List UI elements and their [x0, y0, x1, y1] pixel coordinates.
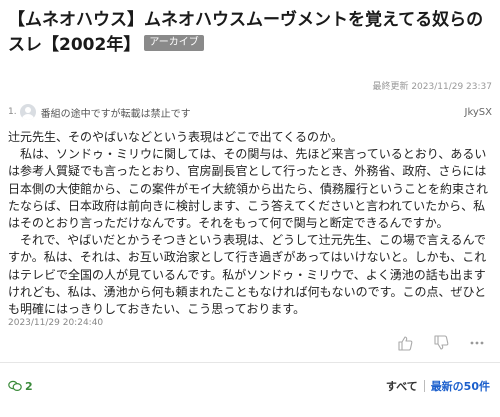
more-icon — [470, 341, 484, 345]
post-body: 辻元先生、そのやばいなどという表現はどこで出てくるのか。 私は、ソンドゥ・ミリウ… — [8, 129, 494, 318]
separator — [423, 380, 425, 392]
thread-footer: 2 すべて 最新の50件 — [8, 377, 490, 395]
thread-header: 【ムネオハウス】ムネオハウスムーヴメントを覚えてる奴らのスレ【2002年】 アーカ… — [8, 8, 494, 58]
poster-name: 番組の途中ですが転載は禁止です — [40, 108, 191, 120]
post-number: 1. — [8, 107, 17, 117]
divider — [0, 362, 500, 363]
avatar — [19, 104, 36, 120]
thread-title-text: 【ムネオハウス】ムネオハウスムーヴメントを覚えてる奴らのスレ【2002年】 — [8, 10, 484, 55]
reaction-bar — [394, 334, 488, 352]
post-date: 2023/11/29 20:24:40 — [8, 318, 104, 328]
latest-50-link[interactable]: 最新の50件 — [431, 378, 490, 394]
thumbs-down-icon — [434, 335, 449, 350]
more-button[interactable] — [466, 334, 488, 352]
dislike-button[interactable] — [430, 334, 452, 352]
last-updated: 最終更新 2023/11/29 23:37 — [372, 82, 492, 92]
poster-id: JkySX — [464, 106, 493, 118]
thumbs-up-icon — [398, 336, 413, 351]
like-button[interactable] — [394, 334, 416, 352]
thread-title: 【ムネオハウス】ムネオハウスムーヴメントを覚えてる奴らのスレ【2002年】 アーカ… — [8, 8, 494, 58]
post-paragraph: それで、やばいだとかうそつきという表現は、どうして辻元先生、この場で言えるんです… — [8, 233, 487, 317]
post-header: 1. 番組の途中ですが転載は禁止です JkySX — [8, 102, 492, 122]
comment-count-value: 2 — [25, 379, 33, 393]
post-paragraph: 辻元先生、そのやばいなどという表現はどこで出てくるのか。 — [8, 130, 343, 144]
footer-links: すべて 最新の50件 — [386, 378, 490, 394]
archive-badge: アーカイブ — [144, 35, 204, 51]
comment-count[interactable]: 2 — [8, 380, 33, 393]
comment-icon — [8, 380, 22, 392]
post-paragraph: 私は、ソンドゥ・ミリウに関しては、その関与は、先ほど来言っているとおり、あるいは… — [8, 147, 489, 231]
all-posts-link[interactable]: すべて — [386, 378, 418, 394]
